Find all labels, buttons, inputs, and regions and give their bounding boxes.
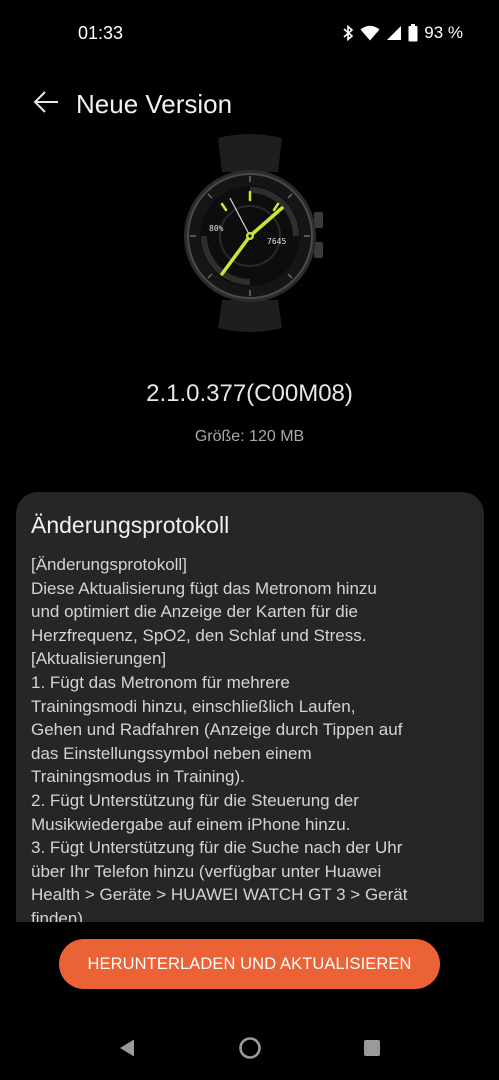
page-title: Neue Version bbox=[76, 88, 233, 119]
signal-icon bbox=[386, 25, 402, 41]
changelog-line: das Einstellungssymbol neben einem bbox=[31, 743, 312, 763]
changelog-line: Trainingsmodi hinzu, einschließlich Lauf… bbox=[31, 696, 356, 716]
changelog-title: Änderungsprotokoll bbox=[31, 512, 230, 538]
changelog-line: Gehen und Radfahren (Anzeige durch Tippe… bbox=[31, 720, 403, 740]
changelog-line: Health > Geräte > HUAWEI WATCH GT 3 > Ge… bbox=[31, 885, 408, 905]
changelog-line: Musikwiedergabe auf einem iPhone hinzu. bbox=[31, 814, 351, 834]
changelog-line: 3. Fügt Unterstützung für die Suche nach… bbox=[31, 838, 403, 858]
changelog-line: über Ihr Telefon hinzu (verfügbar unter … bbox=[31, 861, 382, 881]
firmware-size: Größe: 120 MB bbox=[194, 428, 305, 445]
circle-home-icon bbox=[238, 1036, 262, 1065]
nav-recents-button[interactable] bbox=[357, 1035, 387, 1065]
watch-image: 80% 7645 bbox=[174, 132, 326, 342]
watch-left-readout: 80% bbox=[209, 224, 224, 233]
changelog-line: Trainingsmodus in Training). bbox=[31, 767, 245, 787]
changelog-body: [Änderungsprotokoll] Diese Aktualisierun… bbox=[31, 553, 470, 922]
arrow-left-icon bbox=[32, 90, 60, 119]
square-recents-icon bbox=[363, 1039, 381, 1062]
changelog-line: Herzfrequenz, SpO2, den Schlaf und Stres… bbox=[31, 625, 367, 645]
watch-right-readout: 7645 bbox=[267, 237, 286, 246]
changelog-card[interactable]: Änderungsprotokoll [Änderungsprotokoll] … bbox=[16, 492, 484, 922]
firmware-version: 2.1.0.377(C00M08) bbox=[146, 380, 353, 407]
status-time: 01:33 bbox=[78, 22, 124, 43]
triangle-back-icon bbox=[118, 1038, 136, 1063]
changelog-line: und optimiert die Anzeige der Karten für… bbox=[31, 602, 358, 622]
changelog-line: 1. Fügt das Metronom für mehrere bbox=[31, 672, 290, 692]
system-nav-bar bbox=[0, 1022, 499, 1078]
changelog-line: 2. Fügt Unterstützung für die Steuerung … bbox=[31, 790, 359, 810]
nav-back-button[interactable] bbox=[112, 1035, 142, 1065]
changelog-line: [Änderungsprotokoll] bbox=[31, 555, 187, 574]
bluetooth-icon bbox=[342, 24, 354, 42]
app-header: Neue Version bbox=[0, 78, 499, 130]
status-bar: 01:33 93 % bbox=[0, 0, 499, 66]
back-button[interactable] bbox=[24, 82, 68, 126]
changelog-line: [Aktualisierungen] bbox=[31, 649, 167, 669]
status-icons: 93 % bbox=[342, 23, 463, 43]
battery-icon bbox=[408, 24, 418, 42]
changelog-line: Diese Aktualisierung fügt das Metronom h… bbox=[31, 578, 377, 598]
battery-percent: 93 % bbox=[424, 23, 463, 42]
nav-home-button[interactable] bbox=[235, 1035, 265, 1065]
download-update-button[interactable]: HERUNTERLADEN UND AKTUALISIEREN bbox=[59, 939, 440, 989]
changelog-line: finden). bbox=[31, 908, 88, 922]
wifi-icon bbox=[360, 25, 380, 41]
